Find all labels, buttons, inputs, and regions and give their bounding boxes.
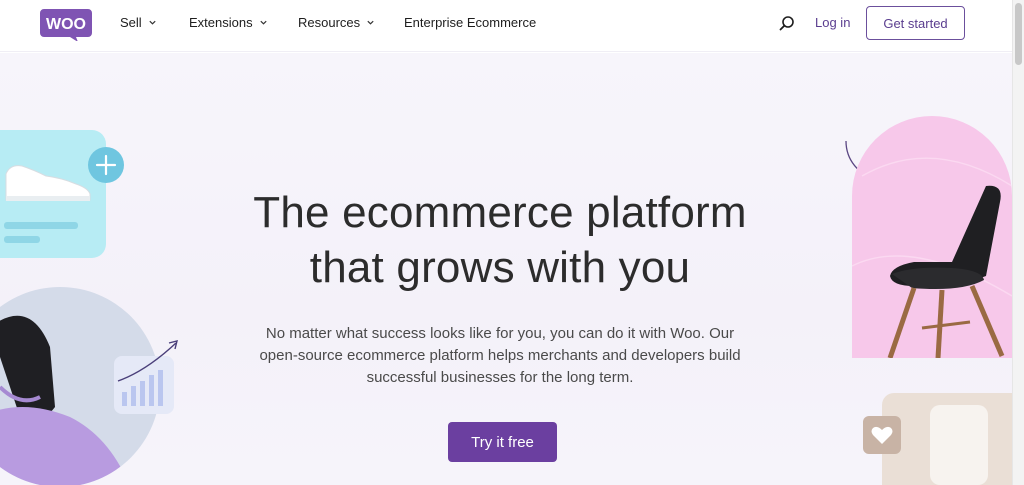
lamp-product-card: [882, 393, 1012, 485]
headline-line-2: that grows with you: [309, 243, 691, 292]
nav-extensions[interactable]: Extensions: [189, 15, 268, 30]
svg-text:WOO: WOO: [46, 16, 86, 33]
nav-sell-label: Sell: [120, 15, 142, 30]
chair-product-card: [852, 116, 1012, 358]
chevron-down-icon: [367, 20, 374, 25]
hero-subtext: No matter what success looks like for yo…: [250, 323, 750, 389]
trend-arrow-icon: [117, 340, 178, 382]
login-link[interactable]: Log in: [815, 15, 850, 30]
scrollbar-thumb[interactable]: [1015, 3, 1022, 65]
headline-line-1: The ecommerce platform: [253, 188, 747, 237]
chevron-down-icon: [259, 20, 267, 25]
woo-logo[interactable]: WOO: [40, 9, 92, 42]
heart-icon: [863, 416, 901, 454]
nav-sell[interactable]: Sell: [120, 15, 157, 30]
subtext-line-3: successful businesses for the long term.: [366, 369, 634, 386]
chair-icon: [852, 157, 1012, 358]
top-navigation: WOO Sell Extensions Resources Enterprise…: [0, 0, 1012, 52]
nav-enterprise-ecommerce[interactable]: Enterprise Ecommerce: [404, 15, 536, 30]
subtext-line-1: No matter what success looks like for yo…: [265, 325, 735, 342]
hero-section: The ecommerce platform that grows with y…: [0, 53, 1012, 485]
nav-enterprise-label: Enterprise Ecommerce: [404, 15, 537, 30]
page-scrollbar[interactable]: [1012, 0, 1024, 485]
add-icon: [88, 147, 124, 183]
get-started-button[interactable]: Get started: [866, 6, 965, 40]
search-icon[interactable]: [779, 15, 795, 31]
nav-resources-label: Resources: [298, 15, 361, 30]
hero-headline: The ecommerce platform that grows with y…: [200, 185, 800, 295]
chevron-down-icon: [149, 20, 156, 25]
subtext-line-2: open-source ecommerce platform helps mer…: [259, 347, 741, 364]
nav-extensions-label: Extensions: [189, 15, 253, 30]
nav-resources[interactable]: Resources: [298, 15, 375, 30]
try-it-free-button[interactable]: Try it free: [448, 422, 557, 462]
